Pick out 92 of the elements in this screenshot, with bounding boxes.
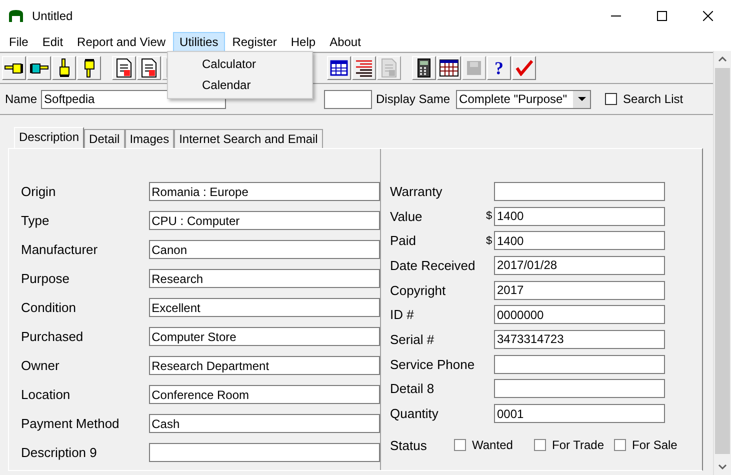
field-label: Type [21, 213, 50, 228]
record-field[interactable] [324, 90, 372, 108]
display-dropdown[interactable]: Complete "Purpose" [456, 90, 592, 108]
checkbox-label: Search List [623, 92, 684, 106]
checkbox[interactable] [614, 439, 626, 452]
input-field[interactable]: CPU : Computer [148, 211, 380, 230]
menu-item[interactable]: File [2, 32, 36, 52]
menu-item[interactable]: Edit [35, 32, 70, 52]
input-field[interactable]: Research [148, 269, 380, 288]
field-label: Description 9 [21, 445, 98, 460]
field-label: Name [5, 92, 38, 106]
field-label: Detail 8 [390, 381, 436, 396]
field-label: Condition [21, 300, 77, 315]
input-field[interactable]: Romania : Europe [148, 182, 380, 201]
field-label: Quantity [390, 406, 440, 422]
toolbar-button[interactable] [327, 56, 351, 80]
menu-item[interactable]: Utilities [172, 32, 226, 52]
input-field[interactable]: Cash [148, 414, 380, 433]
field-label: Purpose [21, 271, 70, 286]
menu-item[interactable]: Help [284, 32, 323, 52]
toolbar-button[interactable] [27, 56, 51, 80]
input-field[interactable]: 2017/01/28 [494, 256, 665, 275]
checkbox[interactable] [534, 439, 546, 452]
input-field[interactable]: Research Department [148, 356, 380, 375]
caret-icon [578, 97, 586, 101]
menu-item[interactable]: About [322, 32, 368, 52]
input-field[interactable]: 1400 [494, 231, 665, 250]
input-field[interactable] [494, 379, 665, 398]
calendar-icon [439, 59, 459, 77]
field-label: Status [390, 438, 428, 453]
toolbar-button[interactable] [112, 56, 136, 80]
checkbox[interactable] [454, 439, 466, 452]
toolbar-button[interactable] [412, 56, 436, 80]
list-icon [355, 59, 373, 77]
input-field[interactable]: Canon [148, 240, 380, 259]
field-label: Display Same [376, 92, 450, 106]
field-label: Warranty [390, 184, 444, 199]
calculator-icon [417, 58, 431, 78]
toolbar-button[interactable] [137, 56, 161, 80]
currency-sign: $ [486, 210, 494, 222]
document-icon [140, 58, 158, 78]
field-label: Owner [21, 358, 60, 373]
input-field[interactable]: 2017 [494, 280, 665, 300]
close-icon [703, 11, 713, 21]
input-field[interactable]: 0001 [494, 404, 665, 424]
checkmark-icon [515, 60, 533, 76]
toolbar-button[interactable] [437, 56, 461, 80]
field-label: Copyright [390, 282, 447, 298]
input-field[interactable]: 3473314723 [494, 330, 665, 349]
checkbox-label: For Sale [632, 438, 678, 452]
window-title: Untitled [32, 9, 74, 23]
app-icon [8, 9, 24, 23]
field-label: Paid [390, 233, 418, 248]
field-label: Location [21, 387, 72, 402]
toolbar-button[interactable] [352, 56, 376, 80]
toolbar-button[interactable] [2, 56, 26, 80]
tab[interactable]: Description [14, 127, 84, 148]
input-field[interactable]: 1400 [494, 206, 665, 226]
field-label: Purchased [21, 329, 84, 344]
input-field[interactable] [494, 354, 665, 374]
document-icon [115, 58, 133, 78]
tab[interactable]: Images [124, 129, 174, 148]
toolbar-button[interactable] [77, 56, 101, 80]
field-label: Manufacturer [21, 242, 99, 257]
document-icon [380, 58, 398, 78]
menu-item[interactable]: Report and View [70, 32, 173, 52]
field-label: ID # [390, 307, 415, 322]
scrollbar[interactable] [713, 51, 731, 475]
checkbox-label: Wanted [472, 438, 513, 452]
field-label: Service Phone [390, 356, 476, 372]
field-label: Serial # [390, 332, 436, 347]
maximize-icon [657, 11, 667, 21]
field-label: Origin [21, 184, 57, 199]
toolbar-button[interactable]: ? [487, 56, 511, 80]
input-field[interactable] [148, 443, 380, 462]
tab[interactable]: Internet Search and Email [174, 129, 323, 148]
input-field[interactable]: 0000000 [494, 305, 665, 324]
checkbox[interactable] [605, 93, 618, 105]
currency-sign: $ [486, 234, 494, 247]
field-label: Value [390, 208, 424, 224]
checkbox-label: For Trade [552, 438, 604, 452]
toolbar-button[interactable] [52, 56, 76, 80]
menu-item[interactable]: Register [225, 32, 284, 52]
field-label: Payment Method [21, 416, 120, 431]
table-icon [330, 60, 348, 76]
menu-option[interactable]: Calculator [168, 54, 312, 75]
field-label: Date Received [390, 258, 476, 273]
input-field[interactable]: Conference Room [148, 385, 380, 404]
input-field[interactable]: Excellent [148, 298, 380, 317]
input-field[interactable]: Computer Store [148, 327, 380, 346]
tab[interactable]: Detail [84, 129, 125, 148]
input-field[interactable] [494, 182, 665, 201]
